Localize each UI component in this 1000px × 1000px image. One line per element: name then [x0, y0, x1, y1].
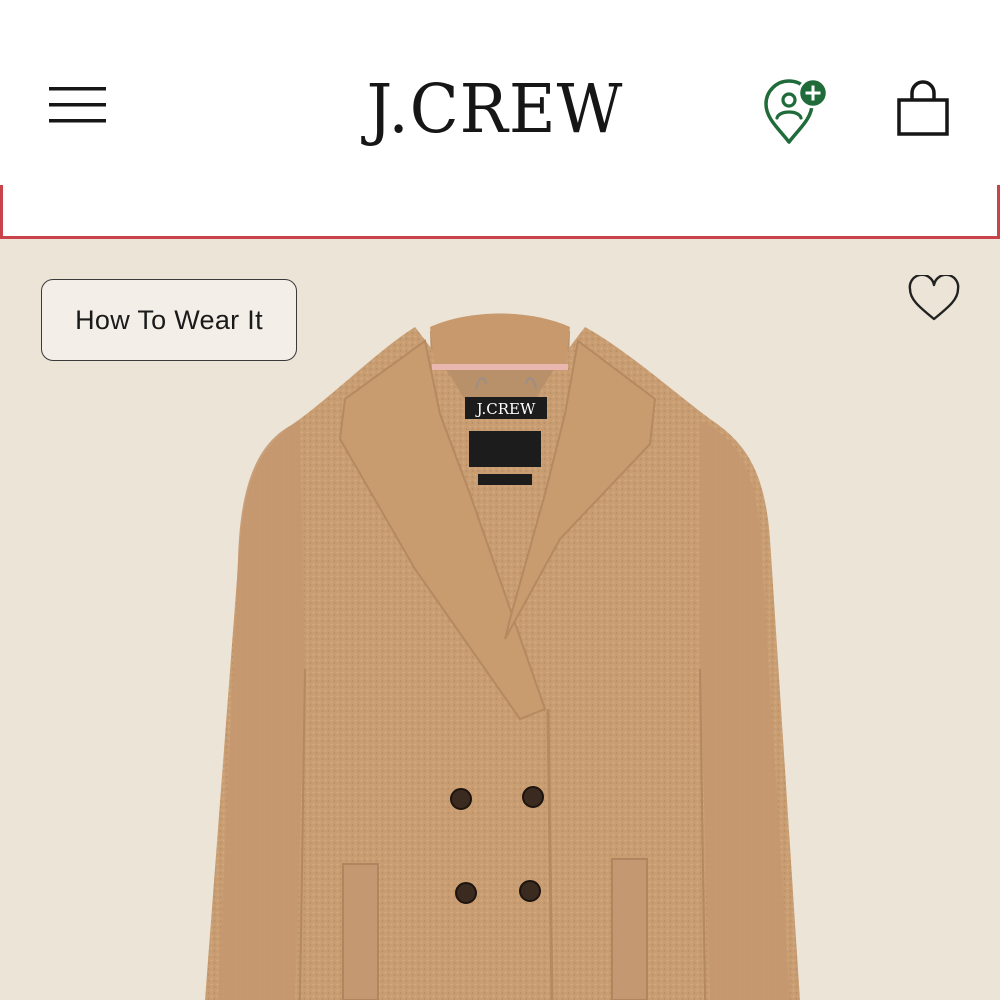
- coat-button: [522, 786, 544, 808]
- heart-outline-icon: [908, 273, 960, 321]
- shopping-bag-icon: [897, 80, 949, 136]
- product-page: J.CREW J.CREW How To Wear It: [0, 0, 1000, 1000]
- coat-button: [450, 788, 472, 810]
- favorite-button[interactable]: [906, 273, 962, 325]
- promo-banner[interactable]: [0, 185, 1000, 239]
- product-image-area: J.CREW How To Wear It: [0, 239, 1000, 1000]
- store-locator-button[interactable]: [758, 76, 832, 148]
- hamburger-menu-icon: [49, 87, 106, 123]
- menu-button[interactable]: [44, 80, 112, 130]
- brand-logo[interactable]: J.CREW: [350, 68, 640, 152]
- shopping-bag-button[interactable]: [890, 78, 956, 140]
- location-person-add-icon: [764, 77, 829, 144]
- coat-button: [455, 882, 477, 904]
- coat-label-brand: J.CREW: [475, 400, 536, 418]
- how-to-wear-button[interactable]: How To Wear It: [41, 279, 297, 361]
- site-header: J.CREW: [0, 0, 1000, 185]
- coat-button: [519, 880, 541, 902]
